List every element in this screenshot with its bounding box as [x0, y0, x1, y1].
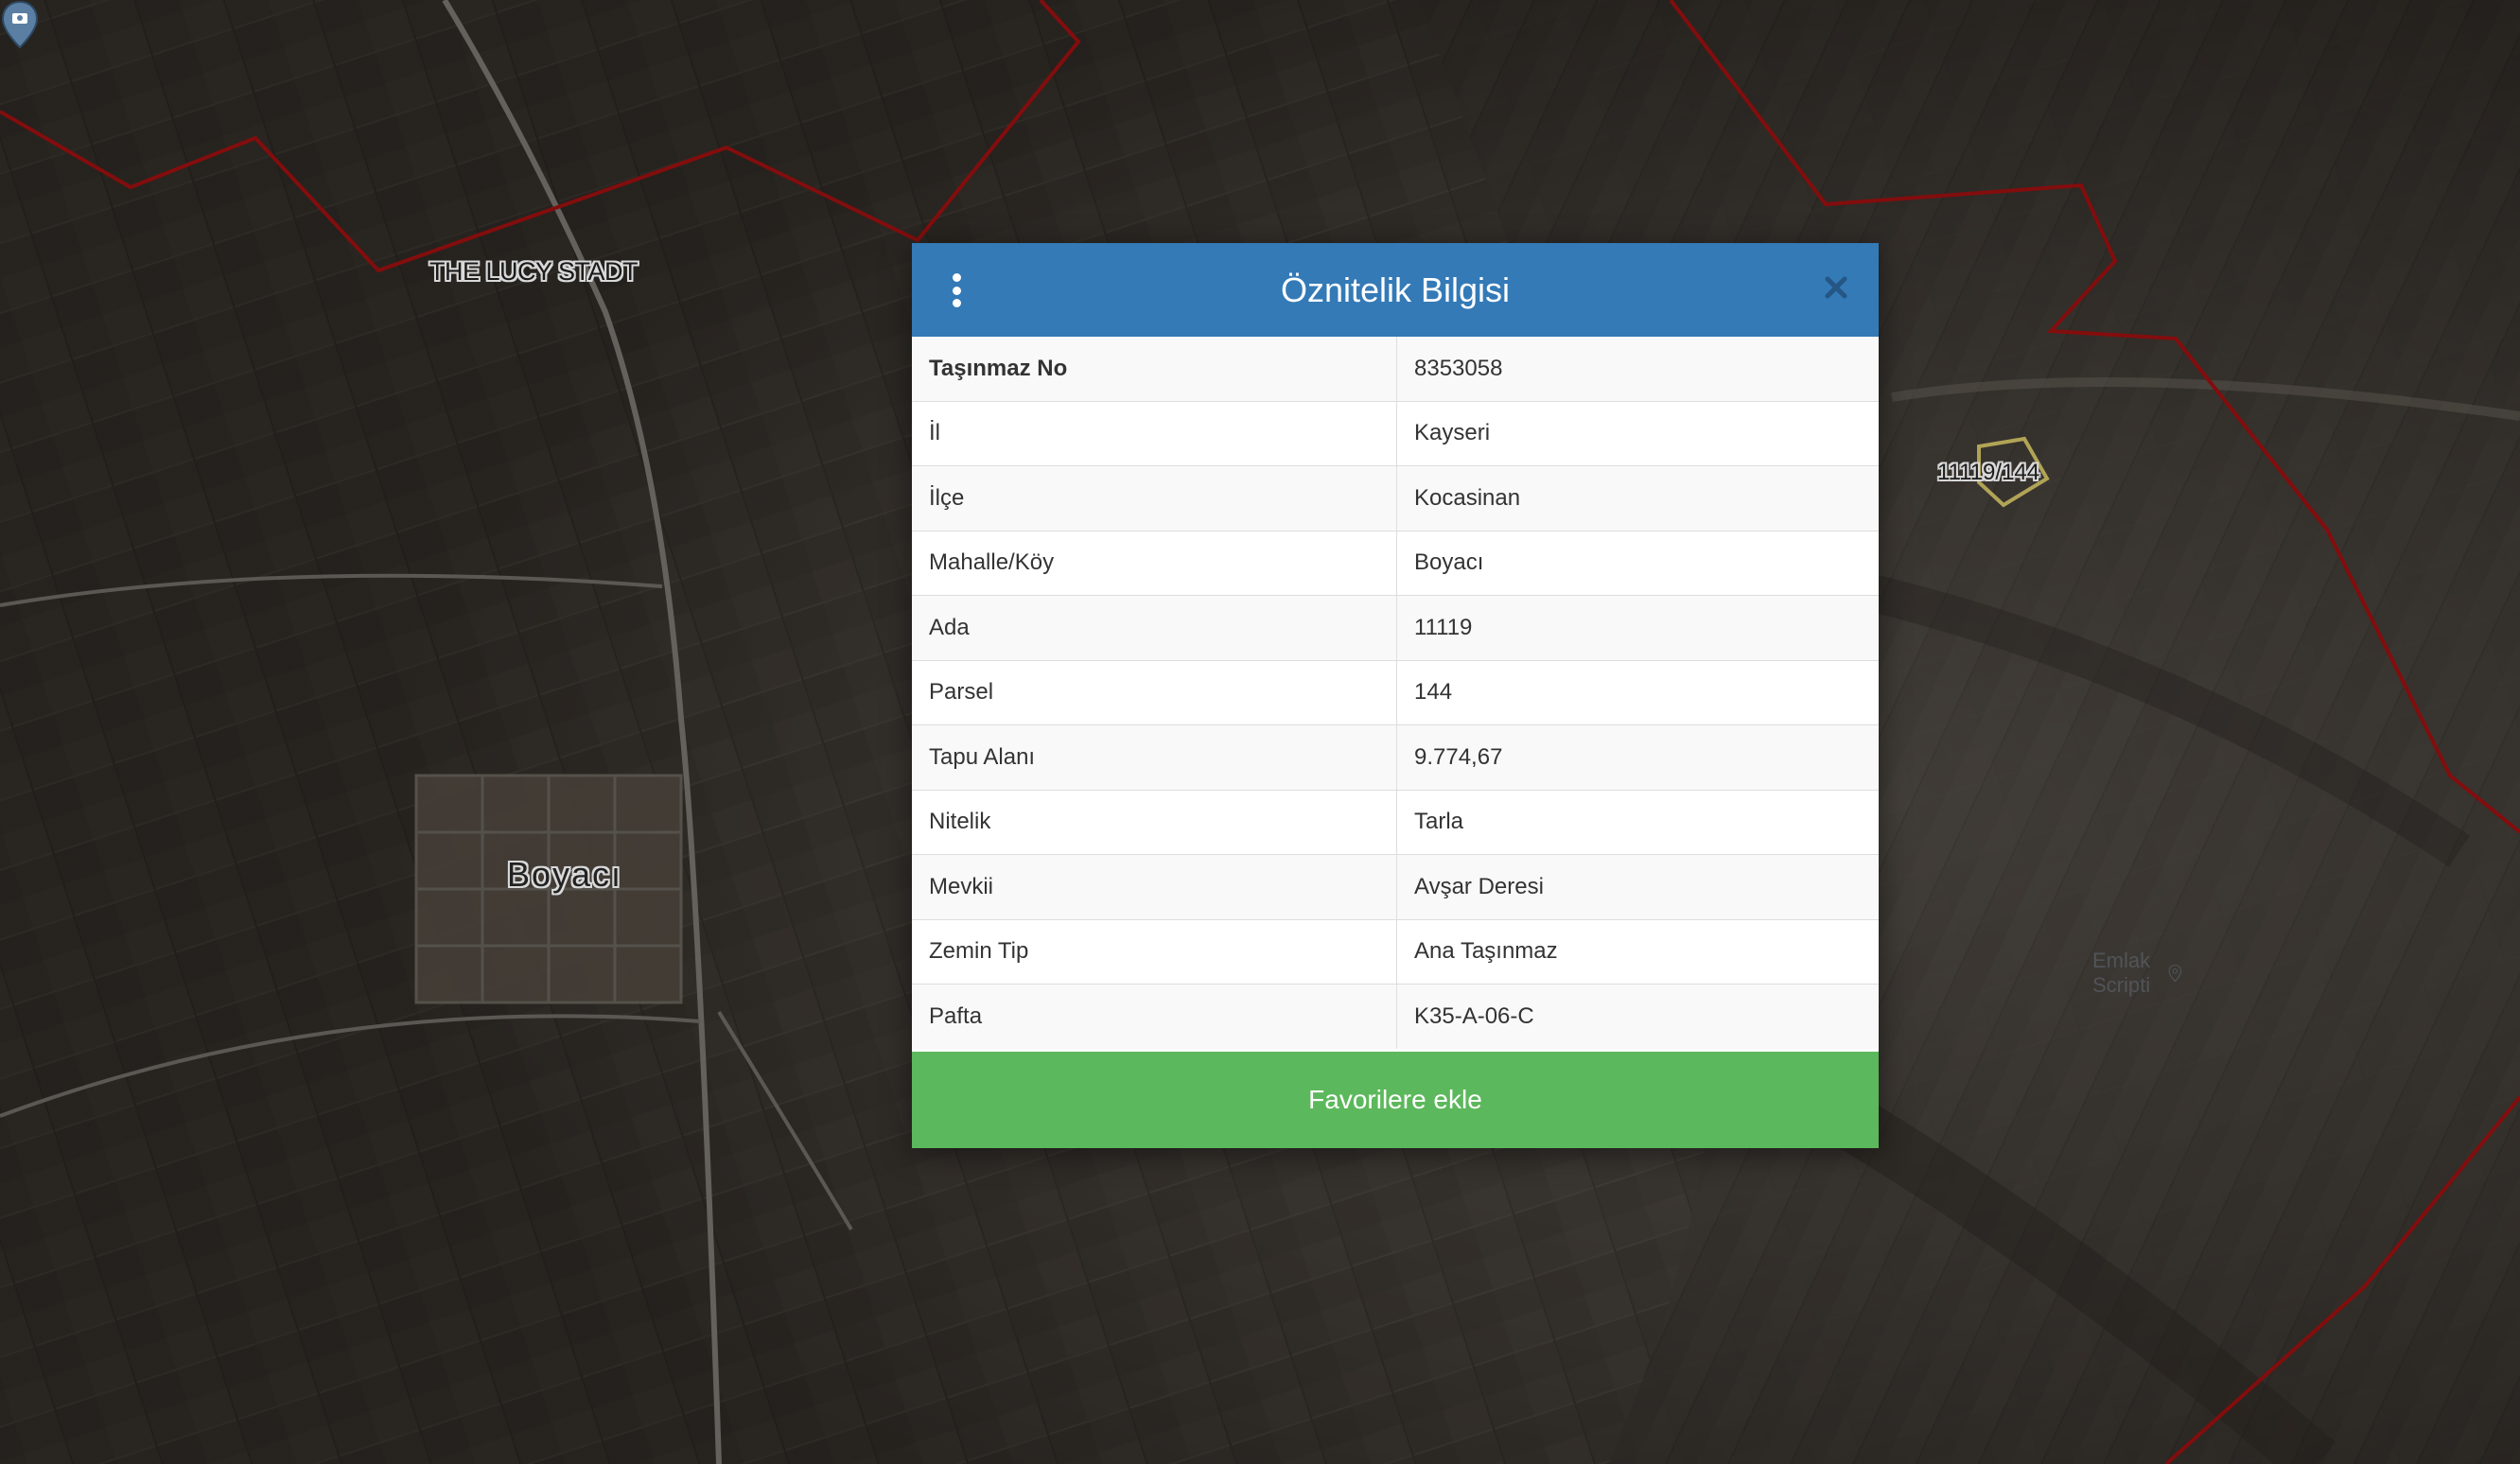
- close-icon[interactable]: [1820, 271, 1852, 304]
- row-value: Kocasinan: [1396, 465, 1879, 531]
- row-value: Ana Taşınmaz: [1396, 918, 1879, 985]
- row-key: Parsel: [912, 659, 1397, 725]
- row-key: Taşınmaz No: [912, 337, 1397, 401]
- row-key: Mevkii: [912, 854, 1397, 919]
- row-key: İlçe: [912, 465, 1397, 531]
- attribute-table: Taşınmaz No 8353058 İl Kayseri İlçe Koca…: [912, 337, 1879, 1049]
- add-to-favorites-button[interactable]: Favorilere ekle: [912, 1052, 1879, 1148]
- modal-header: Öznitelik Bilgisi: [912, 243, 1879, 337]
- row-key: Pafta: [912, 984, 1397, 1049]
- row-value: Tarla: [1396, 789, 1879, 855]
- table-row: Taşınmaz No 8353058: [912, 337, 1879, 401]
- row-value: K35-A-06-C: [1396, 984, 1879, 1049]
- row-value: 144: [1396, 659, 1879, 725]
- row-key: Mahalle/Köy: [912, 530, 1397, 596]
- row-value: Avşar Deresi: [1396, 854, 1879, 919]
- row-key: Zemin Tip: [912, 918, 1397, 985]
- modal-title: Öznitelik Bilgisi: [1280, 270, 1511, 309]
- row-value: 8353058: [1396, 337, 1879, 401]
- table-row: Zemin Tip Ana Taşınmaz: [912, 918, 1879, 985]
- table-row: İl Kayseri: [912, 400, 1879, 466]
- row-value: Boyacı: [1396, 530, 1879, 596]
- row-key: İl: [912, 400, 1397, 466]
- table-row: İlçe Kocasinan: [912, 465, 1879, 531]
- table-row: Nitelik Tarla: [912, 789, 1879, 855]
- poi-label[interactable]: THE LUCY STADT: [429, 257, 639, 287]
- table-row: Pafta K35-A-06-C: [912, 984, 1879, 1049]
- table-row: Mahalle/Köy Boyacı: [912, 530, 1879, 596]
- row-key: Ada: [912, 595, 1397, 660]
- kebab-menu-icon[interactable]: [950, 273, 963, 307]
- row-key: Nitelik: [912, 789, 1397, 855]
- row-value: 9.774,67: [1396, 724, 1879, 790]
- table-row: Parsel 144: [912, 659, 1879, 725]
- attribute-info-modal: Öznitelik Bilgisi Taşınmaz No 8353058 İl…: [912, 243, 2182, 1148]
- row-value: 11119: [1396, 595, 1879, 660]
- table-row: Mevkii Avşar Deresi: [912, 854, 1879, 919]
- map-pin-icon[interactable]: [0, 0, 40, 49]
- row-value: Kayseri: [1396, 400, 1879, 466]
- row-key: Tapu Alanı: [912, 724, 1397, 790]
- table-row: Tapu Alanı 9.774,67: [912, 724, 1879, 790]
- table-row: Ada 11119: [912, 595, 1879, 660]
- parcel-label[interactable]: 11119/144: [1937, 460, 2039, 486]
- village-label: Boyacı: [507, 855, 623, 894]
